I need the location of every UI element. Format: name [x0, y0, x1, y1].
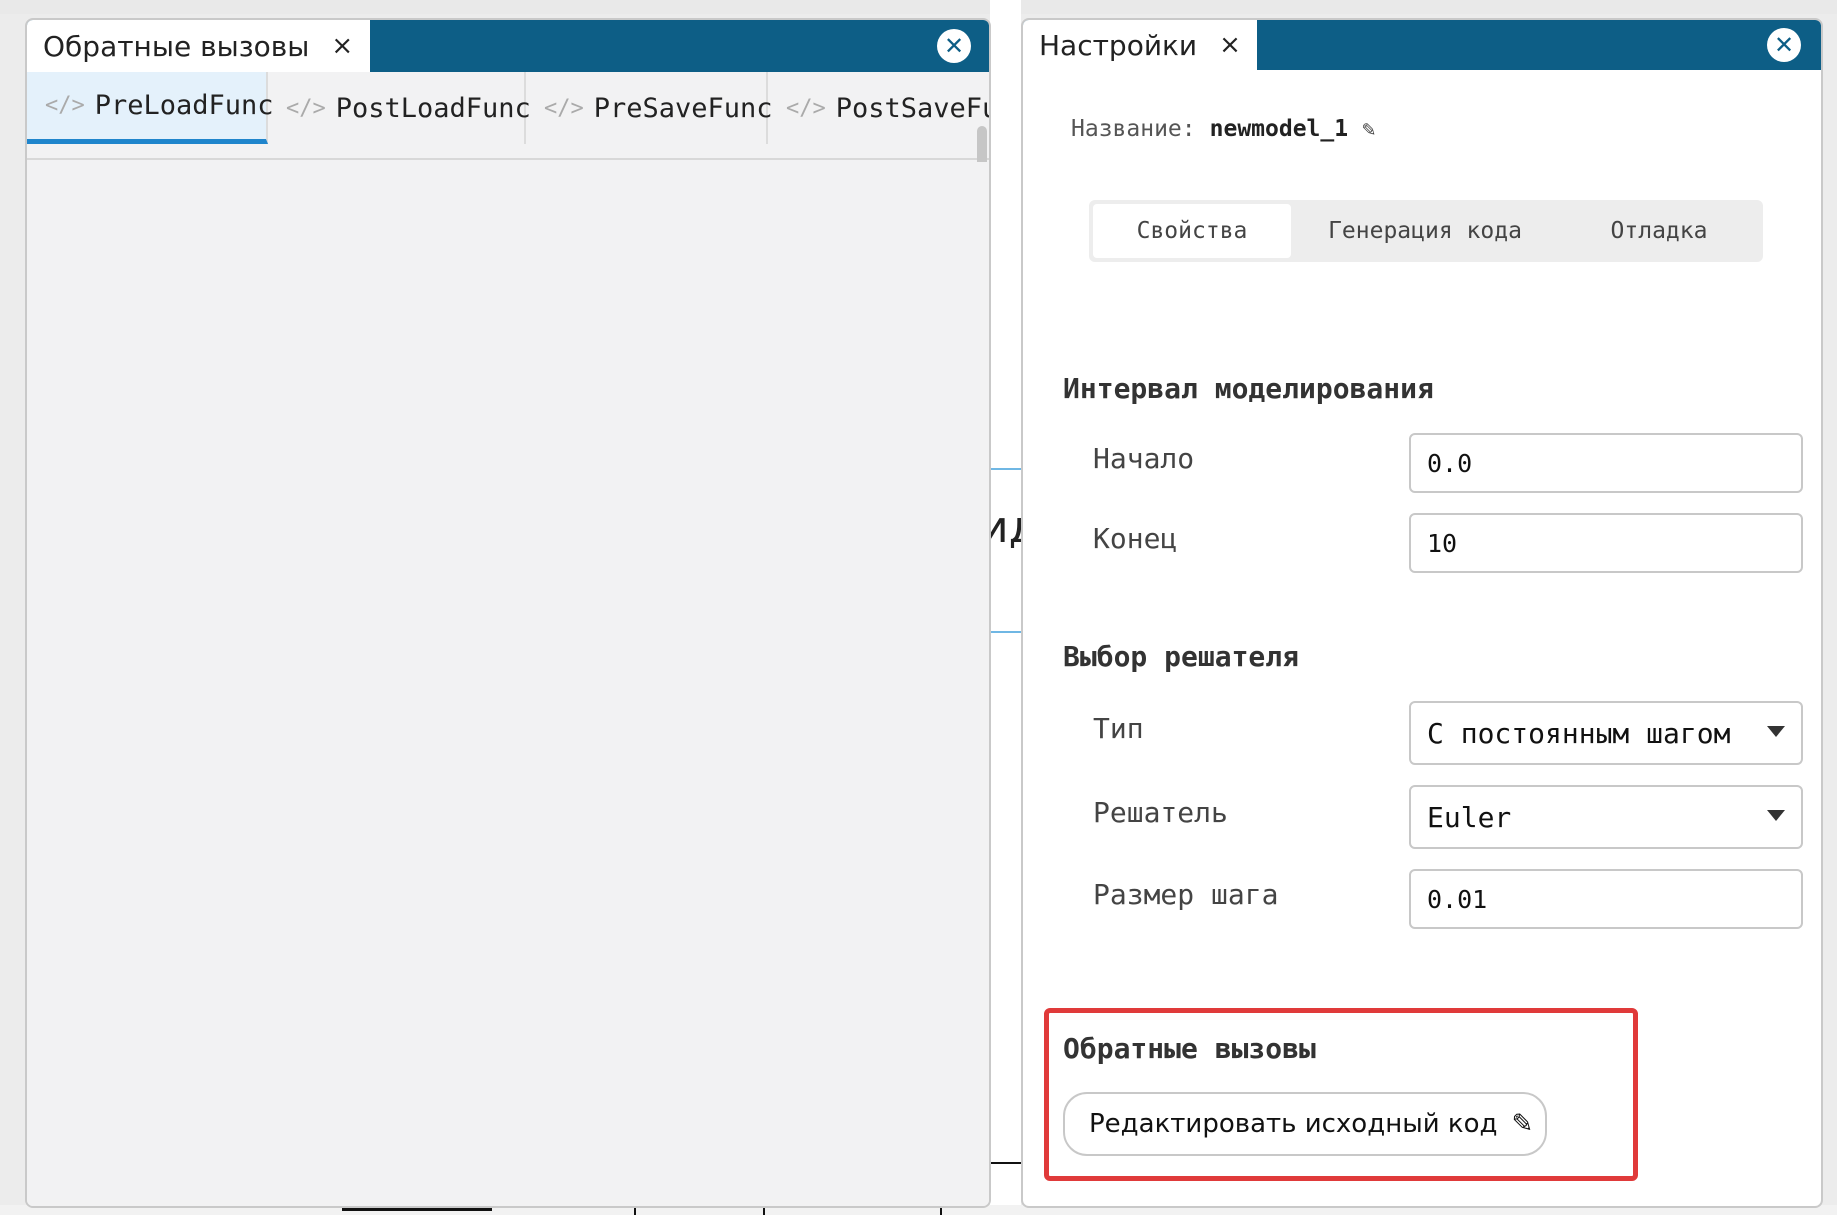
edit-source-code-button[interactable]: Редактировать исходный код ✎ — [1063, 1092, 1547, 1156]
close-panel-button[interactable]: ✕ — [1767, 28, 1801, 62]
solver-type-label: Тип — [1093, 712, 1144, 745]
settings-titlebar: Настройки × ✕ — [1023, 20, 1821, 70]
solver-type-value: С постоянным шагом — [1427, 716, 1731, 750]
tab-label: PreSaveFunc — [593, 92, 773, 124]
close-panel-button[interactable]: ✕ — [937, 29, 971, 63]
canvas-line — [342, 1208, 492, 1211]
canvas-block-top-edge — [990, 468, 1021, 470]
close-icon[interactable]: × — [1219, 30, 1241, 60]
step-size-label: Размер шага — [1093, 878, 1279, 911]
callback-code-editor[interactable] — [27, 162, 989, 1206]
segment-properties[interactable]: Свойства — [1093, 204, 1291, 258]
canvas-line — [991, 1162, 1021, 1164]
code-icon: </> — [286, 95, 326, 121]
chevron-down-icon — [1767, 726, 1785, 737]
callbacks-panel: Обратные вызовы × ✕ </> PreLoadFunc </> … — [25, 18, 991, 1208]
top-strip — [0, 0, 1837, 14]
edit-source-code-label: Редактировать исходный код — [1089, 1109, 1498, 1139]
segment-code-generation[interactable]: Генерация кода — [1295, 204, 1555, 258]
tab-postsavefunc[interactable]: </> PostSaveFu — [768, 72, 991, 144]
tab-label: PreLoadFunc — [94, 90, 274, 121]
solver-value: Euler — [1427, 800, 1512, 834]
close-icon[interactable]: × — [331, 31, 353, 61]
step-size-input[interactable]: 0.01 — [1409, 869, 1803, 929]
settings-title-tab[interactable]: Настройки × — [1023, 20, 1257, 70]
settings-segmented-control: Свойства Генерация кода Отладка — [1089, 200, 1763, 262]
model-name-label: Название: — [1071, 116, 1196, 142]
code-icon: </> — [544, 95, 584, 121]
start-time-input[interactable]: 0.0 — [1409, 433, 1803, 493]
tab-label: PostLoadFunc — [335, 92, 531, 124]
solver-label: Решатель — [1093, 796, 1228, 829]
model-name-row: Название: newmodel_1 ✎ — [1071, 116, 1375, 142]
settings-title: Настройки — [1039, 28, 1198, 62]
settings-panel: Настройки × ✕ Название: newmodel_1 ✎ Сво… — [1021, 18, 1823, 1208]
callbacks-title: Обратные вызовы — [43, 29, 310, 63]
tab-postloadfunc[interactable]: </> PostLoadFunc — [268, 72, 531, 144]
start-label: Начало — [1093, 442, 1195, 475]
callbacks-title-tab[interactable]: Обратные вызовы × — [27, 20, 370, 72]
callbacks-section-title: Обратные вызовы — [1063, 1032, 1316, 1065]
callbacks-titlebar: Обратные вызовы × ✕ — [27, 20, 989, 72]
solver-select[interactable]: Euler — [1409, 785, 1803, 849]
solver-section-title: Выбор решателя — [1063, 640, 1300, 673]
interval-section-title: Интервал моделирования — [1063, 372, 1434, 405]
solver-type-select[interactable]: С постоянным шагом — [1409, 701, 1803, 765]
model-canvas[interactable] — [990, 0, 1021, 1215]
pencil-icon[interactable]: ✎ — [1362, 117, 1375, 142]
tab-label: PostSaveFu — [835, 92, 991, 124]
code-icon: </> — [786, 95, 826, 121]
callback-tabs: </> PreLoadFunc </> PostLoadFunc </> Pre… — [27, 72, 991, 204]
model-name-value: newmodel_1 — [1209, 116, 1349, 142]
end-label: Конец — [1093, 522, 1178, 555]
end-time-input[interactable]: 10 — [1409, 513, 1803, 573]
canvas-block-bottom-edge — [990, 631, 1021, 633]
code-icon: </> — [45, 93, 85, 118]
chevron-down-icon — [1767, 810, 1785, 821]
segment-debug[interactable]: Отладка — [1559, 204, 1759, 258]
tab-preloadfunc[interactable]: </> PreLoadFunc — [27, 72, 274, 144]
tab-presavefunc[interactable]: </> PreSaveFunc — [526, 72, 773, 144]
pencil-icon: ✎ — [1511, 1109, 1534, 1139]
